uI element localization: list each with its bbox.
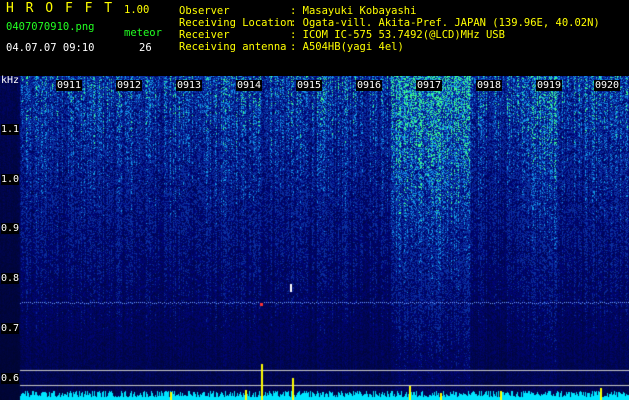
datetime-label: 04.07.07 09:10: [6, 42, 95, 54]
time-tick-label: 0911: [56, 80, 83, 91]
time-tick-label: 0918: [476, 80, 503, 91]
observer-label: Observer: [179, 5, 230, 17]
time-tick-label: 0912: [116, 80, 143, 91]
time-tick-label: 0920: [594, 80, 621, 91]
y-tick-label: 0.8: [1, 273, 20, 284]
y-tick-label: 0.7: [1, 323, 20, 334]
y-tick-label: 0.6: [1, 373, 20, 384]
header-panel: H R O F F T 1.00 0407070910.png meteor 0…: [0, 0, 629, 76]
time-tick-label: 0919: [536, 80, 563, 91]
receiver-value: : ICOM IC-575 53.7492(@LCD)MHz USB: [290, 29, 505, 41]
y-tick-label: 1.0: [1, 174, 20, 185]
y-tick-label: 1.1: [1, 124, 20, 135]
y-tick-label: 0.9: [1, 223, 20, 234]
antenna-label: Receiving antenna: [179, 41, 287, 53]
app-title: H R O F F T: [6, 1, 115, 16]
time-tick-label: 0914: [236, 80, 263, 91]
location-value: : Ogata-vill. Akita-Pref. JAPAN (139.96E…: [290, 17, 600, 29]
meteor-count: 26: [139, 42, 152, 54]
filename-label: 0407070910.png: [6, 21, 95, 33]
observer-value: : Masayuki Kobayashi: [290, 5, 417, 17]
receiver-label: Receiver: [179, 29, 230, 41]
spectrogram-canvas: [0, 76, 629, 400]
antenna-value: : A504HB(yagi 4el): [290, 41, 404, 53]
time-tick-label: 0913: [176, 80, 203, 91]
time-tick-label: 0915: [296, 80, 323, 91]
unit-label: kHz: [1, 75, 20, 86]
meteor-label: meteor: [124, 27, 162, 39]
version-label: 1.00: [124, 4, 150, 16]
location-label: Receiving Location: [179, 17, 293, 29]
time-tick-label: 0916: [356, 80, 383, 91]
time-tick-label: 0917: [416, 80, 443, 91]
